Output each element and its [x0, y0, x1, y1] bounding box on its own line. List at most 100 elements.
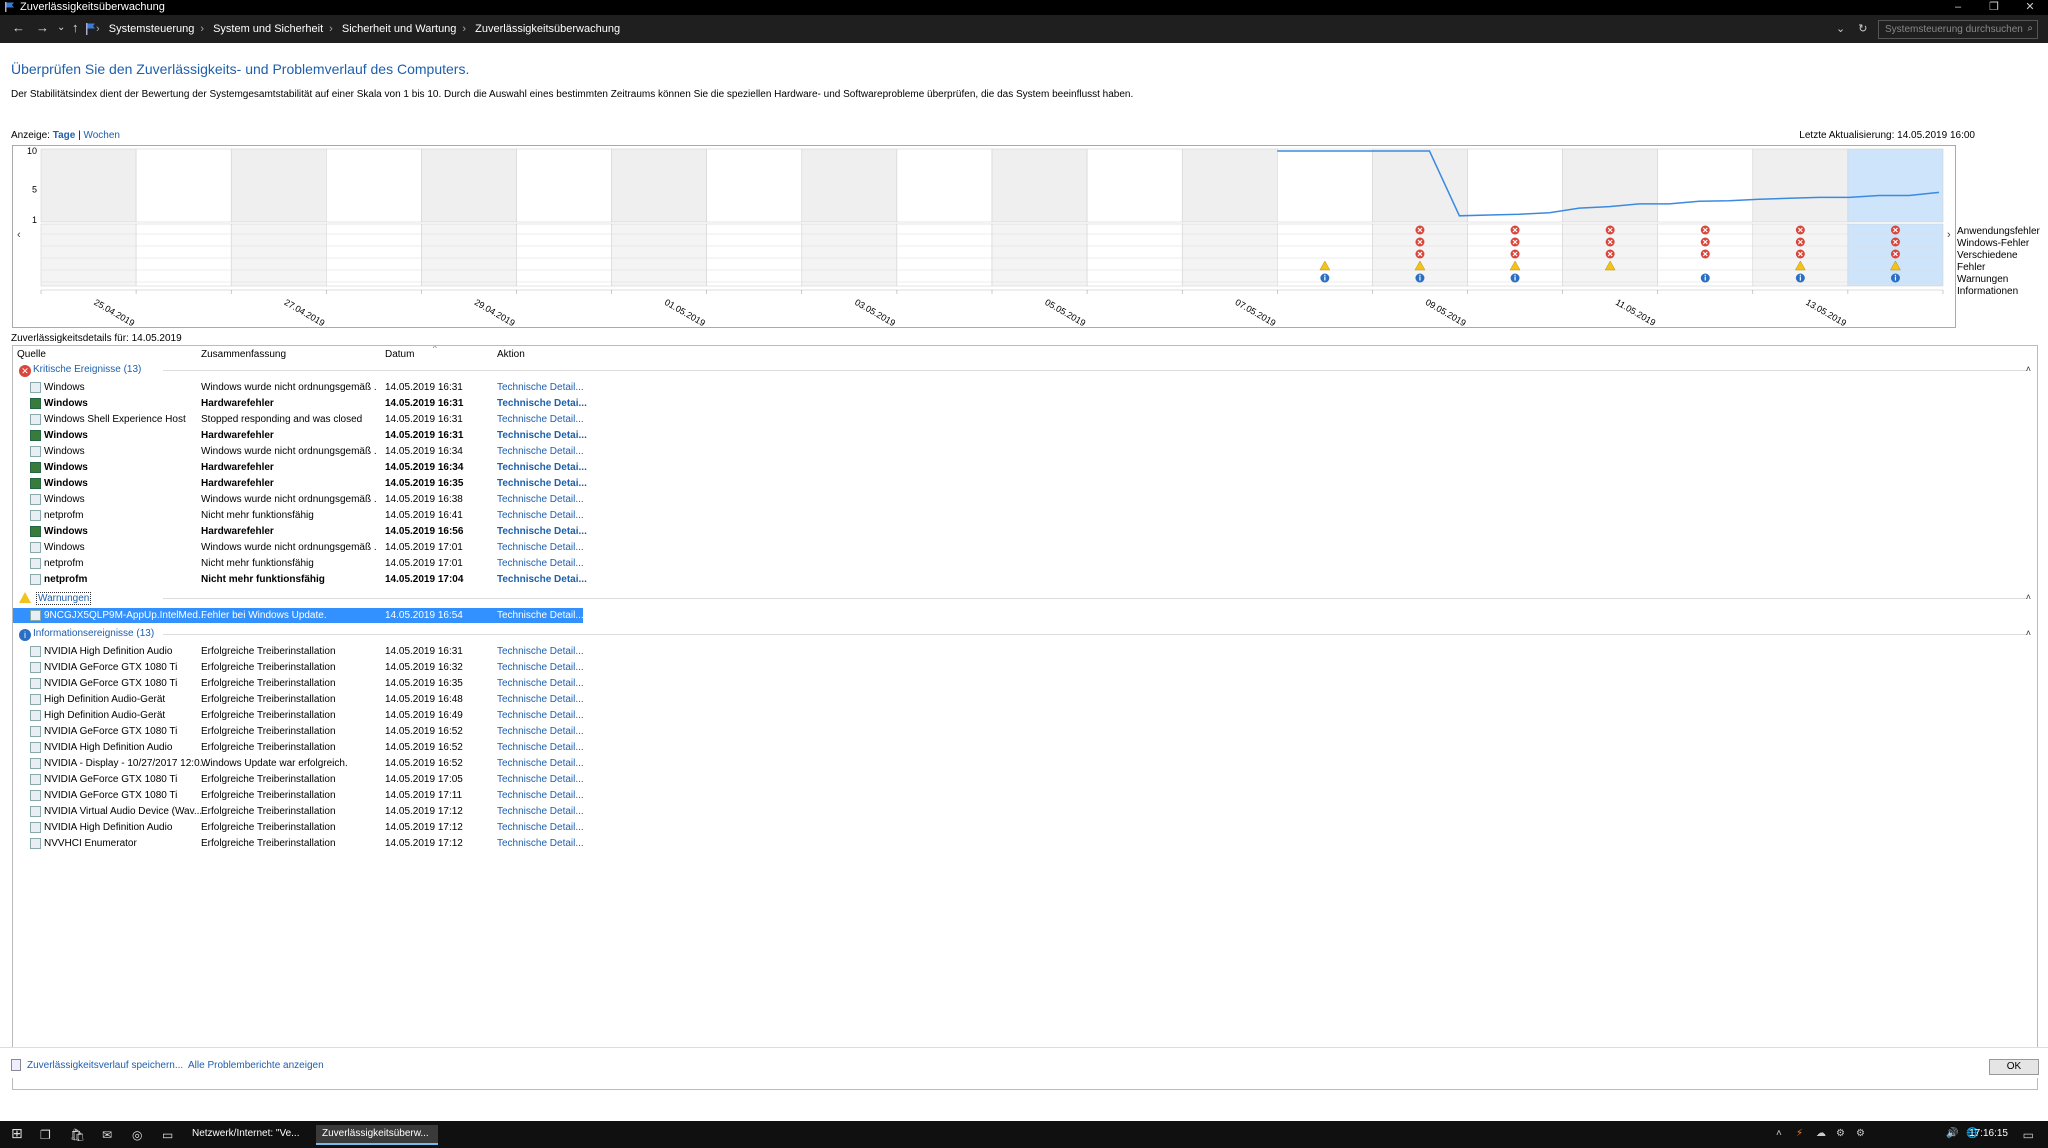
store-icon[interactable]: 🛍 — [70, 1128, 85, 1142]
action-link[interactable]: Technische Detai... — [497, 574, 587, 585]
taskbar-task-network[interactable]: Netzwerk/Internet: "Ve... — [186, 1125, 308, 1145]
column-date[interactable]: Datum — [385, 349, 414, 360]
tray-volume-icon[interactable]: 🔊 — [1946, 1128, 1958, 1139]
action-link[interactable]: Technische Detail... — [497, 742, 584, 753]
action-link[interactable]: Technische Detail... — [497, 542, 584, 553]
table-row[interactable]: NVIDIA Virtual Audio Device (Wav... Erfol… — [13, 804, 584, 819]
table-row[interactable]: NVIDIA GeForce GTX 1080 Ti Erfolgreiche T… — [13, 772, 584, 787]
table-row[interactable]: netprofm Nicht mehr funktionsfähig 14.05.2… — [13, 556, 584, 571]
start-windows-icon[interactable]: ⊞ — [11, 1125, 23, 1142]
taskbar-clock[interactable]: 17:16:15 — [1969, 1128, 2008, 1139]
table-row[interactable]: Windows Windows wurde nicht ordnungsgemäß… — [13, 492, 584, 507]
column-summary[interactable]: Zusammenfassung — [201, 349, 286, 360]
action-link[interactable]: Technische Detai... — [497, 478, 587, 489]
view-weeks-link[interactable]: Wochen — [83, 130, 120, 141]
ok-button[interactable]: OK — [1989, 1059, 2039, 1075]
table-row[interactable]: NVIDIA High Definition Audio Erfolgreiche… — [13, 644, 584, 659]
action-link[interactable]: Technische Detail... — [497, 822, 584, 833]
table-row[interactable]: Windows Hardwarefehler 14.05.2019 16:31 Tec… — [13, 428, 587, 443]
address-dropdown-icon[interactable]: ⌄ — [1836, 23, 1845, 35]
action-link[interactable]: Technische Detail... — [497, 726, 584, 737]
tray-show-hidden-icon[interactable]: ˄ — [1776, 1128, 1782, 1139]
table-row[interactable]: NVIDIA High Definition Audio Erfolgreiche… — [13, 740, 584, 755]
action-link[interactable]: Technische Detail... — [497, 494, 584, 505]
column-action[interactable]: Aktion — [497, 349, 525, 360]
action-link[interactable]: Technische Detail... — [497, 678, 584, 689]
table-row[interactable]: Windows Windows wurde nicht ordnungsgemäß… — [13, 444, 584, 459]
forward-arrow-icon[interactable]: → — [36, 21, 49, 35]
action-link[interactable]: Technische Detail... — [497, 662, 584, 673]
breadcrumb-zuverlaessigkeitsueberwachung[interactable]: Zuverlässigkeitsüberwachung — [475, 23, 620, 35]
breadcrumb-system-und-sicherheit[interactable]: System und Sicherheit — [213, 23, 323, 35]
breadcrumb-sicherheit-und-wartung[interactable]: Sicherheit und Wartung — [342, 23, 457, 35]
action-link[interactable]: Technische Detail... — [497, 806, 584, 817]
search-input[interactable]: Systemsteuerung durchsuchen ⌕ — [1878, 20, 2038, 39]
taskbar-task-reliability[interactable]: Zuverlässigkeitsüberw... — [316, 1125, 438, 1145]
mail-icon[interactable]: ✉ — [102, 1128, 112, 1142]
action-link[interactable]: Technische Detail... — [497, 510, 584, 521]
up-arrow-icon[interactable]: ↑ — [72, 21, 79, 35]
column-source[interactable]: Quelle — [17, 349, 46, 360]
chart-scroll-left-icon[interactable]: ‹ — [17, 229, 21, 241]
save-history-link[interactable]: Zuverlässigkeitsverlauf speichern... — [27, 1060, 183, 1071]
tray-cloud-icon[interactable]: ☁ — [1816, 1128, 1826, 1139]
action-link[interactable]: Technische Detai... — [497, 430, 587, 441]
action-link[interactable]: Technische Detail... — [497, 414, 584, 425]
tray-settings-icon[interactable]: ⚙ — [1836, 1128, 1845, 1139]
table-row[interactable]: NVVHCI Enumerator Erfolgreiche Treiberins… — [13, 836, 584, 851]
view-days-link[interactable]: Tage — [53, 130, 76, 141]
task-view-icon[interactable]: ❐ — [40, 1128, 51, 1142]
table-row[interactable]: NVIDIA GeForce GTX 1080 Ti Erfolgreiche T… — [13, 676, 584, 691]
table-row[interactable]: Windows Hardwarefehler 14.05.2019 16:31 Tec… — [13, 396, 587, 411]
all-reports-link[interactable]: Alle Problemberichte anzeigen — [188, 1060, 324, 1071]
collapse-chevron-icon[interactable]: ˄ — [2026, 628, 2031, 638]
recent-locations-icon[interactable]: ⌄ — [57, 21, 65, 35]
tray-gear-icon[interactable]: ⚙ — [1856, 1128, 1865, 1139]
table-row[interactable]: NVIDIA - Display - 10/27/2017 12:0... Win… — [13, 756, 584, 771]
action-link[interactable]: Technische Detail... — [497, 694, 584, 705]
chart-scroll-right-icon[interactable]: › — [1947, 229, 1951, 241]
table-row[interactable]: NVIDIA GeForce GTX 1080 Ti Erfolgreiche T… — [13, 660, 584, 675]
table-row[interactable]: High Definition Audio-Gerät Erfolgreiche … — [13, 708, 584, 723]
action-link[interactable]: Technische Detai... — [497, 462, 587, 473]
table-row[interactable]: NVIDIA GeForce GTX 1080 Ti Erfolgreiche T… — [13, 788, 584, 803]
refresh-icon[interactable]: ↻ — [1858, 23, 1867, 35]
action-link[interactable]: Technische Detail... — [497, 446, 584, 457]
group-header-info[interactable]: i Informationsereignisse (13) — [19, 628, 154, 641]
action-link[interactable]: Technische Detail... — [497, 710, 584, 721]
table-row[interactable]: Windows Windows wurde nicht ordnungsgemäß… — [13, 380, 584, 395]
notification-center-icon[interactable]: ▭ — [2023, 1128, 2034, 1142]
table-row[interactable]: Windows Shell Experience Host Stopped res… — [13, 412, 584, 427]
action-link[interactable]: Technische Detai... — [497, 398, 587, 409]
file-explorer-icon[interactable]: ▭ — [162, 1128, 173, 1142]
table-row[interactable]: Windows Windows wurde nicht ordnungsgemäß… — [13, 540, 584, 555]
breadcrumb-systemsteuerung[interactable]: Systemsteuerung — [109, 23, 195, 35]
back-arrow-icon[interactable]: ← — [12, 21, 25, 35]
table-row[interactable]: netprofm Nicht mehr funktionsfähig 14.05.2… — [13, 508, 584, 523]
action-link[interactable]: Technische Detail... — [497, 610, 584, 621]
close-button[interactable]: ✕ — [2012, 0, 2048, 15]
minimize-button[interactable]: – — [1940, 0, 1976, 15]
action-link[interactable]: Technische Detail... — [497, 646, 584, 657]
stability-chart[interactable]: 10 5 1 25.04.2019 27.04.2019 29.04.2019 01.05.… — [12, 145, 1956, 328]
group-header-error[interactable]: ✕ Kritische Ereignisse (13) — [19, 364, 141, 377]
chrome-icon[interactable]: ◎ — [132, 1128, 142, 1142]
action-link[interactable]: Technische Detail... — [497, 774, 584, 785]
collapse-chevron-icon[interactable]: ˄ — [2026, 364, 2031, 374]
table-row[interactable]: Windows Hardwarefehler 14.05.2019 16:34 Tec… — [13, 460, 587, 475]
action-link[interactable]: Technische Detail... — [497, 790, 584, 801]
table-row[interactable]: netprofm Nicht mehr funktionsfähig 14.05.2… — [13, 572, 587, 587]
table-row[interactable]: High Definition Audio-Gerät Erfolgreiche … — [13, 692, 584, 707]
action-link[interactable]: Technische Detail... — [497, 558, 584, 569]
tray-app-icon[interactable]: ⚡ — [1796, 1128, 1803, 1139]
table-row[interactable]: NVIDIA GeForce GTX 1080 Ti Erfolgreiche T… — [13, 724, 584, 739]
table-row[interactable]: Windows Hardwarefehler 14.05.2019 16:56 Tec… — [13, 524, 587, 539]
table-row[interactable]: Windows Hardwarefehler 14.05.2019 16:35 Tec… — [13, 476, 587, 491]
action-link[interactable]: Technische Detai... — [497, 526, 587, 537]
table-row[interactable]: NVIDIA High Definition Audio Erfolgreiche… — [13, 820, 584, 835]
action-link[interactable]: Technische Detail... — [497, 382, 584, 393]
table-row[interactable]: 9NCGJX5QLP9M-AppUp.IntelMed... Fehler bei… — [13, 608, 584, 623]
action-link[interactable]: Technische Detail... — [497, 758, 584, 769]
collapse-chevron-icon[interactable]: ˄ — [2026, 592, 2031, 602]
group-header-warning[interactable]: Warnungen — [19, 592, 92, 605]
